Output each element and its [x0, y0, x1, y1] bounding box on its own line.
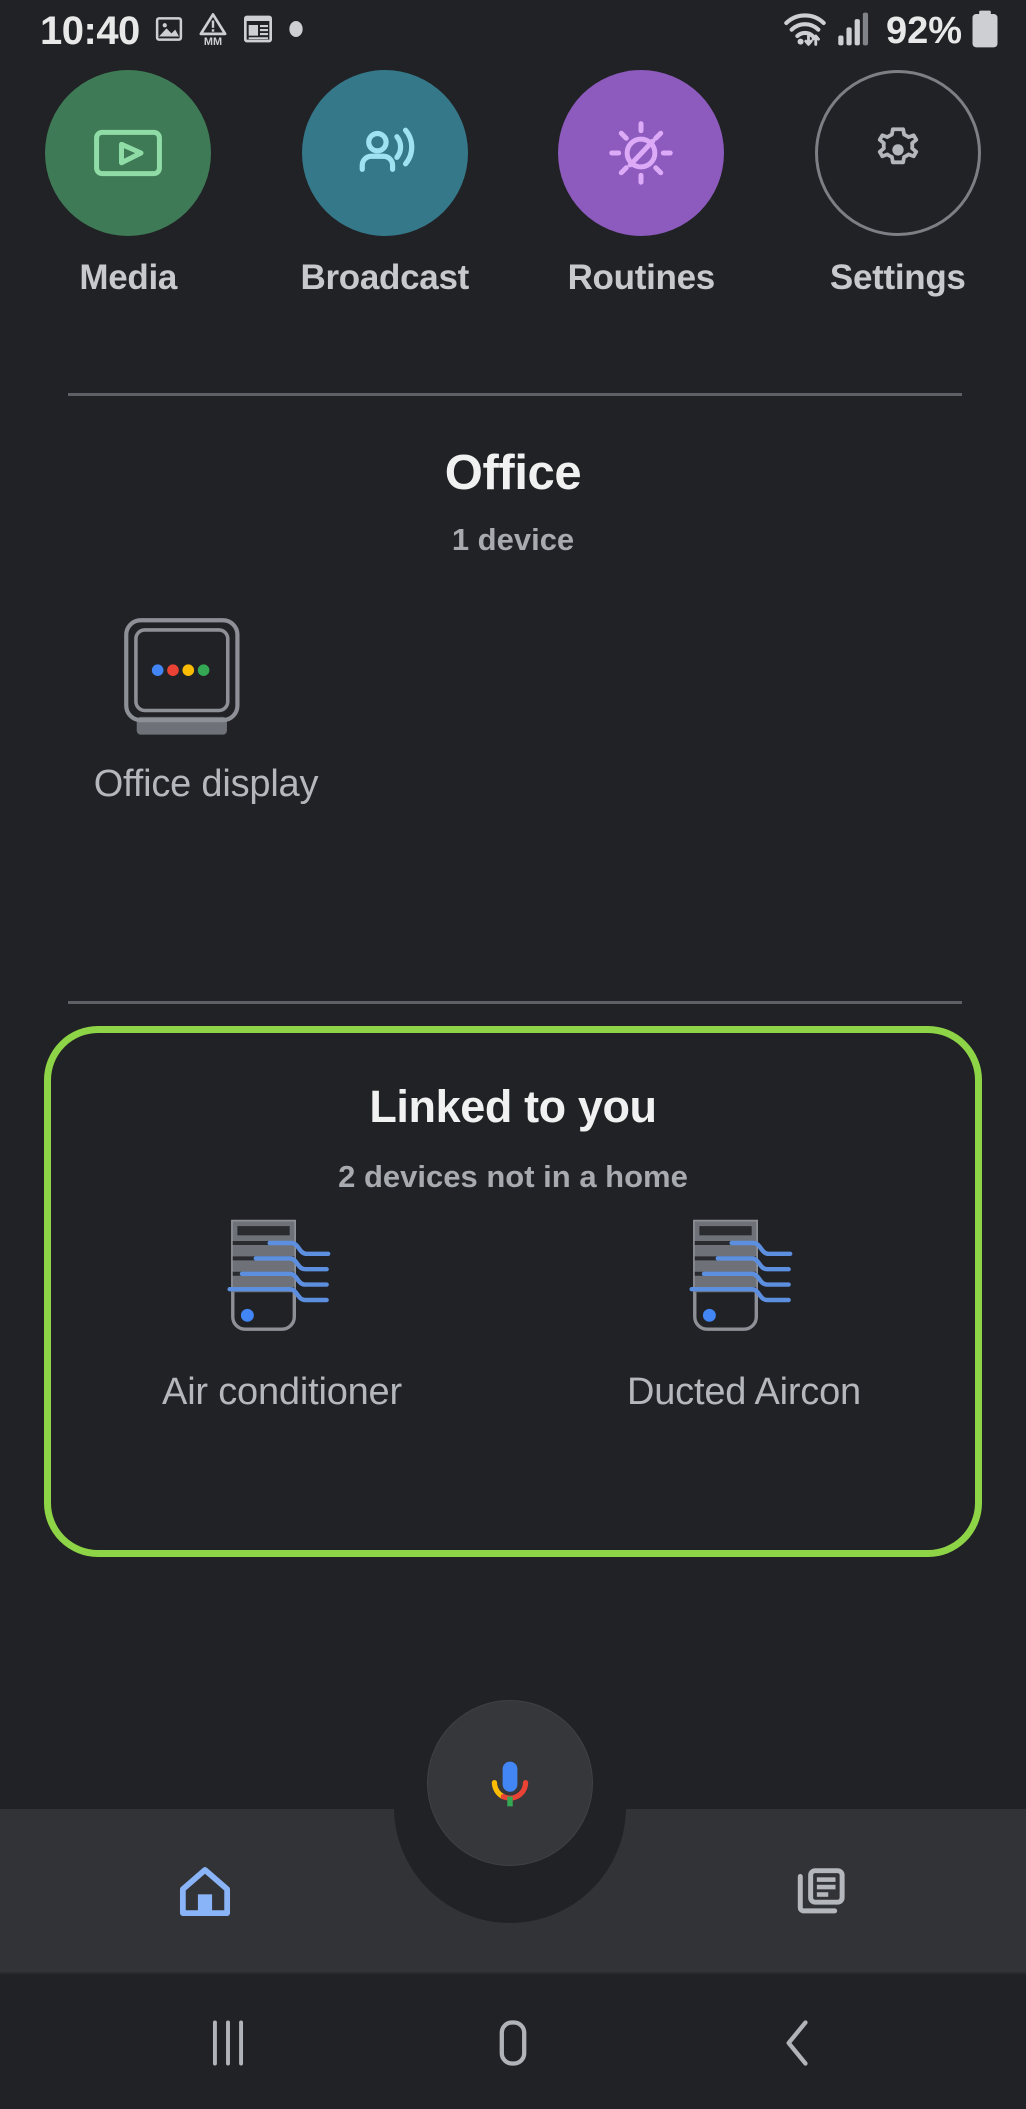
system-recents-button[interactable]	[158, 2008, 298, 2078]
battery-percent-label: 92%	[885, 10, 962, 52]
linked-to-you-section[interactable]: Linked to you 2 devices not in a home Ai…	[44, 1026, 982, 1557]
bottom-nav-item-feed[interactable]	[761, 1853, 881, 1929]
status-bar: 10:40 MM 92%	[0, 0, 1026, 62]
assistant-mic-button[interactable]	[427, 1700, 593, 1866]
routines-circle	[558, 70, 725, 236]
page-title: Office	[444, 446, 582, 500]
quick-action-media[interactable]: Media	[0, 70, 257, 298]
device-tile-office-display[interactable]: Office display	[88, 613, 324, 806]
notepad-icon	[242, 13, 274, 50]
quick-action-label: Broadcast	[300, 258, 470, 297]
gear-icon	[877, 127, 918, 165]
app-screen: 10:40 MM 92% Media Broadcast Routines Se…	[0, 0, 1026, 2109]
quick-actions-row: Media Broadcast Routines Settings	[0, 70, 1026, 298]
linked-device-list: Air conditioner Ducted Aircon	[51, 1209, 975, 1414]
device-label: Office display	[93, 763, 319, 805]
nest-hub-display-icon	[121, 613, 291, 763]
device-count-label: 1 device	[451, 522, 575, 557]
device-label: Air conditioner	[162, 1371, 402, 1413]
cellular-signal-icon	[836, 11, 870, 52]
broadcast-icon	[359, 127, 415, 172]
system-home-button[interactable]	[443, 2008, 583, 2078]
routines-sun-icon	[609, 121, 673, 185]
device-tile-ducted-aircon[interactable]: Ducted Aircon	[513, 1209, 975, 1414]
media-circle	[45, 70, 212, 236]
status-bar-right: 92%	[782, 9, 1000, 54]
google-assistant-mic-icon	[491, 1761, 529, 1807]
media-play-icon	[94, 129, 163, 177]
dot-icon	[288, 18, 304, 45]
quick-action-label: Settings	[829, 258, 966, 297]
feed-icon	[797, 1868, 845, 1914]
quick-action-label: Media	[79, 258, 178, 297]
quick-action-routines[interactable]: Routines	[513, 70, 770, 298]
linked-to-you-title: Linked to you	[369, 1081, 657, 1132]
bottom-nav-item-home[interactable]	[145, 1853, 265, 1929]
system-back-button[interactable]	[728, 2008, 868, 2078]
home-pill-icon	[499, 2020, 527, 2066]
device-label: Ducted Aircon	[627, 1371, 861, 1413]
system-navigation-bar	[0, 1972, 1026, 2109]
android-auto-mm-icon: MM	[198, 12, 228, 51]
svg-text:MM: MM	[204, 35, 222, 45]
air-conditioner-icon	[202, 1209, 362, 1359]
quick-action-settings[interactable]: Settings	[770, 70, 1026, 298]
recents-icon	[212, 2020, 244, 2066]
image-icon	[154, 14, 184, 49]
divider-top	[68, 393, 962, 396]
linked-to-you-subtitle: 2 devices not in a home	[338, 1159, 688, 1194]
air-conditioner-icon	[664, 1209, 824, 1359]
settings-circle	[814, 70, 981, 236]
divider-bottom	[68, 1001, 962, 1004]
status-bar-left: 10:40 MM	[40, 11, 304, 51]
quick-action-label: Routines	[567, 258, 716, 297]
status-bar-clock: 10:40	[40, 9, 140, 53]
broadcast-circle	[301, 70, 468, 236]
wifi-icon	[782, 10, 828, 53]
battery-full-icon	[970, 9, 1000, 54]
home-icon	[179, 1867, 231, 1917]
device-tile-air-conditioner[interactable]: Air conditioner	[51, 1209, 513, 1414]
back-chevron-icon	[786, 2020, 808, 2066]
quick-action-broadcast[interactable]: Broadcast	[257, 70, 514, 298]
